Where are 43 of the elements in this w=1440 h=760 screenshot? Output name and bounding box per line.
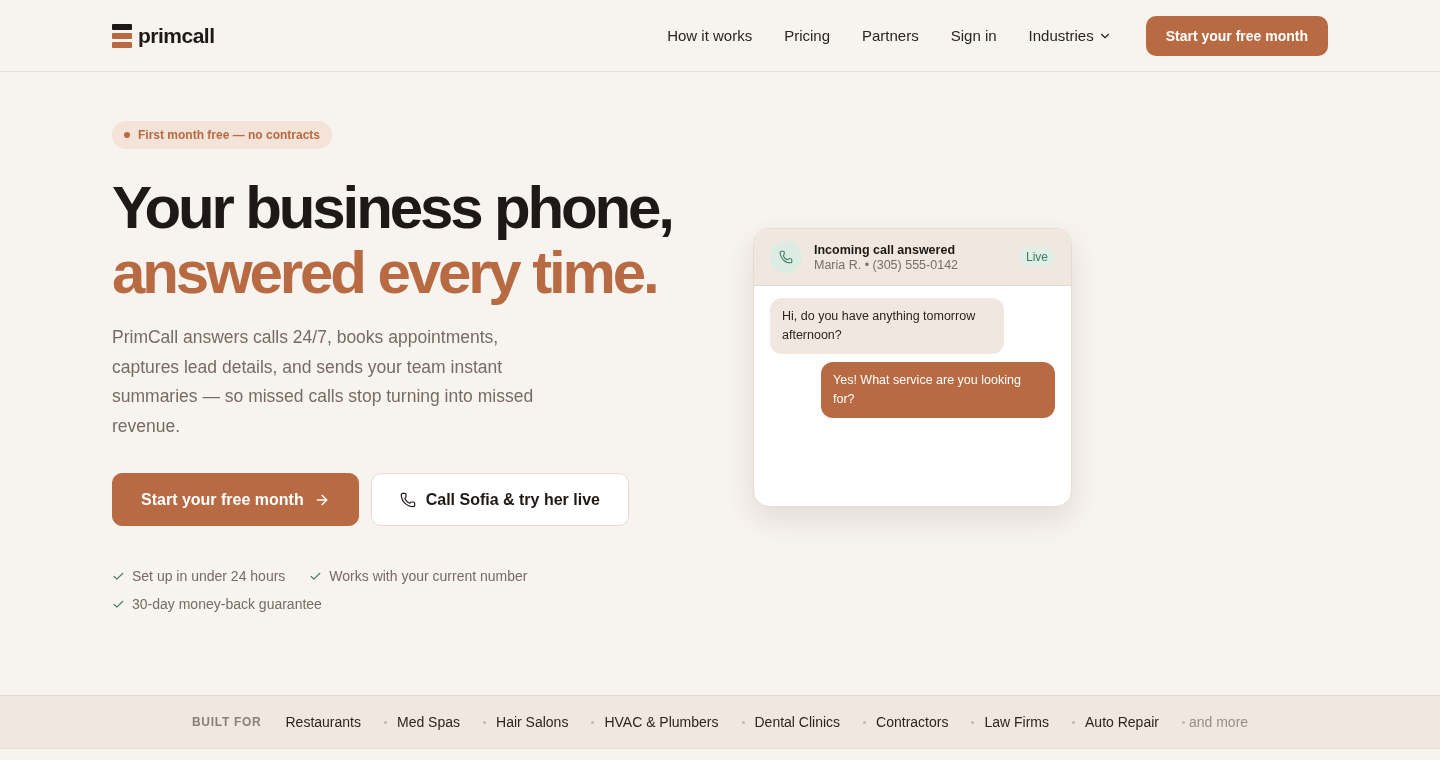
live-status: Live — [1019, 247, 1055, 267]
industry-name: Restaurants — [285, 714, 361, 730]
dot-icon — [591, 720, 595, 724]
caller-info: Maria R. • (305) 555-0142 — [814, 257, 959, 272]
perk-text: Works with your current number — [329, 568, 528, 584]
promo-text: First month free — no contracts — [138, 128, 321, 142]
logo[interactable]: primcall — [112, 23, 215, 48]
industry-name: Auto Repair — [1085, 714, 1159, 730]
start-free-month-button[interactable]: Start your free month — [1145, 15, 1328, 56]
reply-message: Yes! What service are you looking for? — [821, 362, 1055, 418]
industry-name: Law Firms — [984, 714, 1049, 730]
industry-name: Hair Salons — [496, 714, 569, 730]
logo-icon — [112, 23, 132, 48]
hero-description: PrimCall answers calls 24/7, books appointments, captures lead details, and sends your team instant summaries — so missed calls stop turning into missed revenue. — [112, 326, 535, 438]
dot-icon — [483, 720, 486, 724]
phone-icon — [770, 241, 802, 273]
dot-icon — [741, 720, 745, 724]
more-industries-text: and more — [1188, 714, 1249, 730]
dot-icon — [124, 132, 130, 138]
phone-icon — [399, 491, 416, 508]
headline: Your business phone, — [112, 175, 672, 240]
perk-text: Set up in under 24 hours — [132, 568, 286, 584]
nav-link[interactable]: How it works — [667, 27, 753, 44]
dot-icon — [1181, 720, 1185, 724]
industry-name: Dental Clinics — [754, 714, 841, 730]
nav-link[interactable]: Partners — [862, 27, 919, 44]
dot-icon — [863, 720, 867, 724]
industry-name: HVAC & Plumbers — [604, 714, 719, 730]
call-demo-button[interactable]: Call Sofia & try her live — [370, 473, 629, 526]
headline-accent: answered every time. — [112, 240, 657, 305]
dot-icon — [971, 720, 975, 724]
nav-link[interactable]: Pricing — [784, 27, 830, 44]
industry-name: Med Spas — [396, 714, 460, 730]
start-free-month-button[interactable]: Start your free month — [112, 473, 359, 526]
call-title: Incoming call answered — [814, 242, 956, 257]
perk-text: 30-day money-back guarantee — [132, 596, 322, 612]
nav-link[interactable]: Sign in — [950, 27, 997, 44]
dot-icon — [383, 720, 387, 724]
nav-dropdown[interactable]: Industries — [1028, 27, 1112, 44]
caller-message: Hi, do you have anything tomorrow afternoon? — [770, 298, 1004, 354]
industry-name: Contractors — [876, 714, 949, 730]
built-for-label: BUILT FOR — [191, 715, 262, 729]
dot-icon — [1072, 720, 1075, 724]
